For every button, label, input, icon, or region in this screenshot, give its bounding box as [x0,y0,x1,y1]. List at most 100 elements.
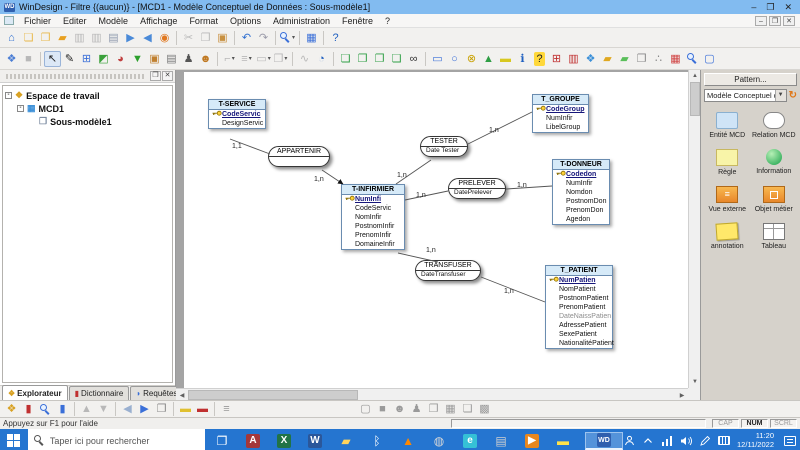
graduate-icon[interactable]: ♟ [180,51,197,67]
maximize-button[interactable]: ❐ [766,2,774,13]
edit-pen-icon[interactable]: ✎ [61,51,78,67]
help-note-tool-icon[interactable]: ? [531,51,548,67]
pawn-icon[interactable]: ♟ [408,401,425,417]
label-tool-icon[interactable]: ▬ [497,51,514,67]
shapes-icon[interactable]: ◩ [95,51,112,67]
entity-tool-icon[interactable]: ▭ [429,51,446,67]
undo-icon[interactable]: ↶ [238,30,255,46]
relation-tester[interactable]: TESTERDate Tester [420,136,468,157]
open-folder-icon[interactable]: ▰ [54,30,71,46]
tab-explorateur[interactable]: ❖Explorateur [2,385,68,400]
scroll-left-arrow[interactable]: ◀ [176,389,188,400]
panel-grip[interactable] [6,74,145,79]
actor-icon[interactable]: ☻ [391,401,408,417]
link-tool-icon[interactable]: ⊞ [548,51,565,67]
panel-close-button[interactable]: ✕ [162,71,173,81]
scroll-down-arrow[interactable]: ▼ [689,376,700,388]
folder-green-icon[interactable]: ▰ [616,51,633,67]
window-mode-icon[interactable]: ❏ [459,401,476,417]
entity-t-service[interactable]: T-SERVICECodeServicDesignServic [208,99,266,129]
menu-item-editer[interactable]: Editer [57,15,93,27]
order-icon[interactable]: ❐▾ [272,51,289,67]
task-view-icon[interactable]: ❐ [213,432,231,450]
open-files-icon[interactable]: ❐ [37,30,54,46]
cut-icon[interactable]: ✂ [180,30,197,46]
model-browser-icon[interactable]: ❖ [3,51,20,67]
dictionary-pane-icon[interactable]: ▮ [20,401,37,417]
model-type-select[interactable]: Modèle Conceptuel de Do ▼ [704,89,787,102]
relation-appartenir[interactable]: APPARTENIR [268,146,330,167]
resize-icon[interactable]: ▭▾ [255,51,272,67]
mdi-minimize-button[interactable]: – [755,16,767,26]
scroll-right-arrow[interactable]: ▶ [676,389,688,400]
grid-icon[interactable]: ▦ [303,30,320,46]
refresh-palette-icon[interactable]: ↻ [789,90,797,101]
info-tool-icon[interactable]: ℹ [514,51,531,67]
media-player-icon[interactable]: ▶ [523,432,541,450]
vertical-scroll-thumb[interactable] [690,82,700,116]
entity-t_groupe[interactable]: T_GROUPECodeGroupNumInfirLibelGroup [532,94,589,133]
taskbar-search[interactable]: Taper ici pour rechercher [28,429,205,450]
relation-transfuser[interactable]: TRANSFUSERDateTransfuser [415,260,481,281]
export-icon[interactable]: ▶ [122,30,139,46]
start-button[interactable] [0,429,28,450]
save-icon[interactable]: ▥ [71,30,88,46]
tree-item-espace-de-travail[interactable]: -❖Espace de travail [5,89,170,102]
collapse-panel-icon[interactable]: ≡ [218,401,235,417]
form-icon[interactable]: ▤ [163,51,180,67]
menu-item-modle[interactable]: Modèle [93,15,135,27]
tree-item-mcd1[interactable]: -▦MCD1 [5,102,170,115]
palette-item-annotation[interactable]: annotation [704,223,751,250]
palette-item-objet-m-tier[interactable]: Objet métier [751,186,798,213]
warning-tool-icon[interactable]: ▲ [480,51,497,67]
select-cursor-icon[interactable]: ↖ [44,51,61,67]
menu-item-format[interactable]: Format [183,15,224,27]
word-icon[interactable]: W [306,432,324,450]
sticky-notes-icon[interactable]: ▬ [554,432,572,450]
taskbar-clock[interactable]: 11:20 12/11/2022 [737,432,774,449]
close-button[interactable]: ✕ [784,2,792,13]
texture-icon[interactable]: ▩ [476,401,493,417]
copy-icon[interactable]: ❐ [197,30,214,46]
save-all-icon[interactable]: ▥ [88,30,105,46]
align-icon[interactable]: ⌐▾ [221,51,238,67]
explorer-pane-icon[interactable]: ❖ [3,401,20,417]
entity-t-infirmier[interactable]: T-INFIRMIERNumInfiCodeServicNomInfirPost… [341,184,405,250]
excel-icon[interactable]: X [275,432,293,450]
palette-item-tableau[interactable]: Tableau [751,223,798,250]
gimp-icon[interactable]: ◍ [430,432,448,450]
user-task-icon[interactable]: ☻ [197,51,214,67]
menu-item-options[interactable]: Options [224,15,267,27]
palette-item-entit--mcd[interactable]: Entité MCD [704,112,751,139]
printer-icon[interactable]: ▤ [492,432,510,450]
histogram-tool-icon[interactable]: ▥ [565,51,582,67]
constraint-tool-icon[interactable]: ⊗ [463,51,480,67]
mdi-restore-button[interactable]: ❐ [769,16,781,26]
menu-item-?[interactable]: ? [379,15,396,27]
entity-t-donneur[interactable]: T-DONNEURCodedonNumInfirNomdonPostnomDon… [552,159,610,225]
menu-item-affichage[interactable]: Affichage [134,15,183,27]
vlc-icon[interactable]: ▲ [399,432,417,450]
person-icon[interactable] [623,435,635,447]
windesign-icon[interactable]: WD [585,432,623,450]
bluetooth-icon[interactable]: ᛒ [368,432,386,450]
distribute-icon[interactable]: ≡▾ [238,51,255,67]
publish-web-icon[interactable]: ◉ [156,30,173,46]
scroll-up-arrow[interactable]: ▲ [689,70,700,82]
mdi-close-button[interactable]: ✕ [783,16,795,26]
duplicate-icon[interactable]: ❐ [633,51,650,67]
home-icon[interactable]: ⌂ [3,30,20,46]
menu-item-administration[interactable]: Administration [267,15,336,27]
touch-keyboard-icon[interactable] [718,435,730,447]
pen-icon[interactable] [699,435,711,447]
tree-expand-toggle[interactable]: - [5,92,12,99]
palette-item-information[interactable]: Information [751,149,798,176]
chevron-down-icon[interactable]: ▼ [775,90,786,101]
copy-style-icon[interactable]: ❐ [425,401,442,417]
horizontal-scrollbar[interactable]: ◀ ▶ [176,388,688,400]
new-file-icon[interactable]: ❏ [20,30,37,46]
refresh-model-icon[interactable]: ◔ [313,51,330,67]
move-down-icon[interactable]: ▼ [95,401,112,417]
marquee-icon[interactable]: ▢ [701,51,718,67]
palette-icon[interactable]: ◕ [112,51,129,67]
